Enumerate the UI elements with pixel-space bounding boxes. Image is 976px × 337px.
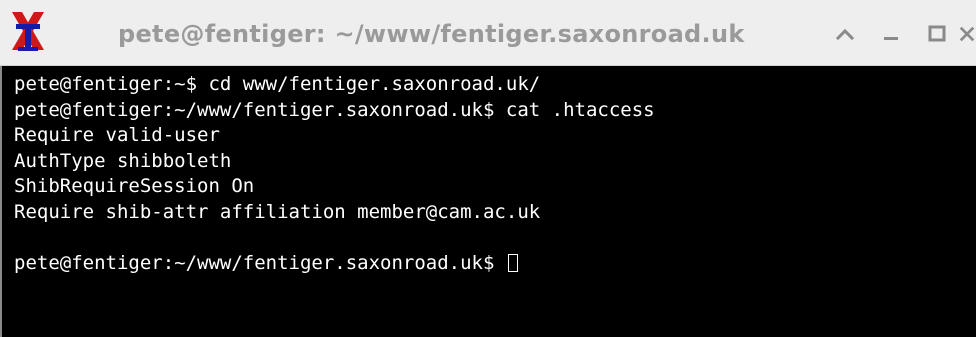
terminal-output[interactable]: pete@fentiger:~$ cd www/fentiger.saxonro… xyxy=(0,66,976,337)
terminal-window: pete@fentiger: ~/www/fentiger.saxonroad.… xyxy=(0,0,976,337)
minimize-icon[interactable] xyxy=(876,20,906,48)
terminal-line: pete@fentiger:~/www/fentiger.saxonroad.u… xyxy=(14,98,655,121)
terminal-line: AuthType shibboleth xyxy=(14,149,232,172)
terminal-line: Require valid-user xyxy=(14,124,220,146)
prompt-text: pete@fentiger:~/www/fentiger.saxonroad.u… xyxy=(14,251,506,274)
terminal-line: pete@fentiger:~$ cd www/fentiger.saxonro… xyxy=(14,73,541,95)
text-cursor xyxy=(507,253,518,272)
window-title: pete@fentiger: ~/www/fentiger.saxonroad.… xyxy=(118,20,745,48)
title-bar[interactable]: pete@fentiger: ~/www/fentiger.saxonroad.… xyxy=(0,0,976,66)
x-terminal-icon[interactable] xyxy=(6,6,50,56)
terminal-line: Require shib-attr affiliation member@cam… xyxy=(14,200,541,223)
close-icon[interactable] xyxy=(958,20,976,48)
terminal-prompt-line[interactable]: pete@fentiger:~/www/fentiger.saxonroad.u… xyxy=(14,251,976,277)
chevron-up-icon[interactable] xyxy=(830,20,860,48)
maximize-icon[interactable] xyxy=(922,20,952,48)
terminal-line: ShibRequireSession On xyxy=(14,175,255,197)
